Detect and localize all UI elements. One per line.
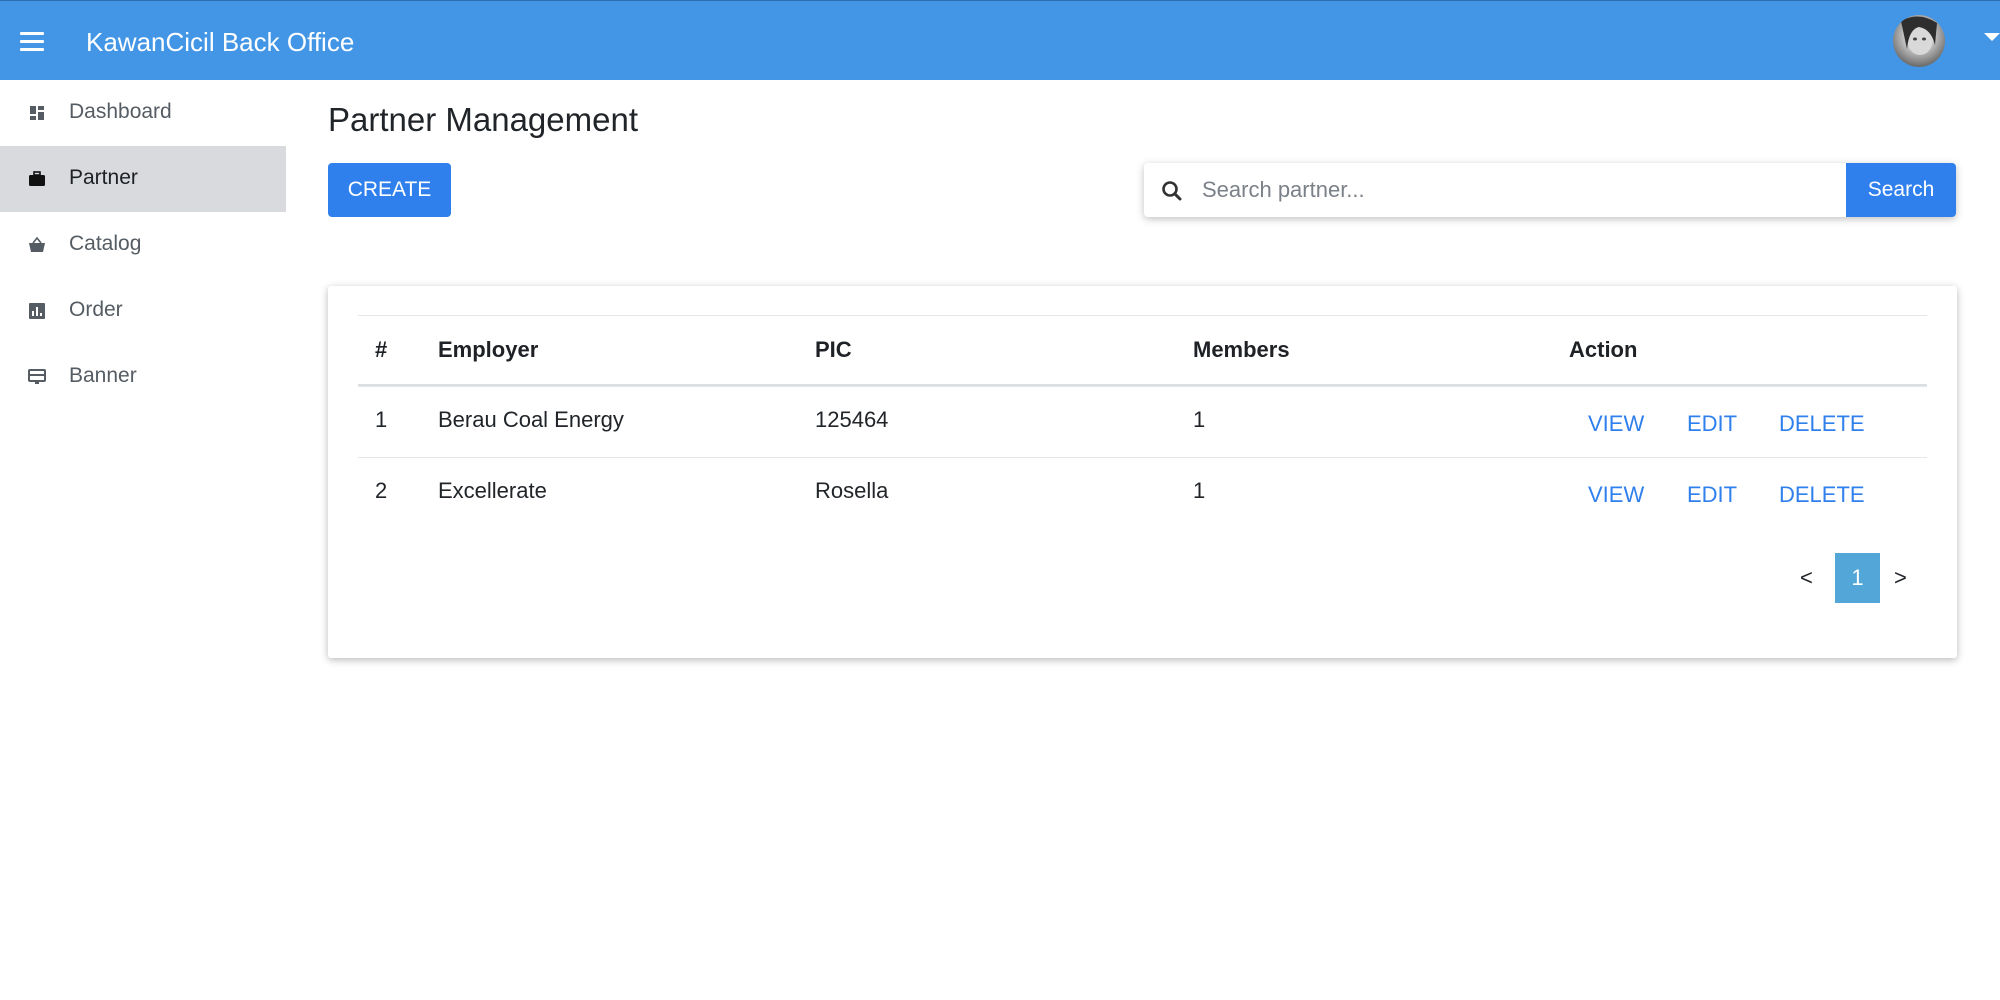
column-header-employer: Employer [438,337,539,362]
menu-icon[interactable] [20,32,44,52]
view-button[interactable]: VIEW [1588,389,1644,459]
delete-button[interactable]: DELETE [1779,389,1865,459]
sidebar-item-partner[interactable]: Partner [0,146,286,212]
top-navbar: KawanCicil Back Office [0,0,2000,80]
row-employer: Excellerate [438,478,547,503]
dashboard-icon [30,106,44,120]
table-header-row: # Employer PIC Members Action [358,315,1927,386]
sidebar-item-label: Banner [69,364,137,387]
sidebar: Dashboard Partner Catalog Order Banner [0,80,286,1000]
sidebar-item-dashboard[interactable]: Dashboard [0,80,286,146]
edit-button[interactable]: EDIT [1687,460,1737,530]
monitor-icon [28,369,46,384]
table-row: 1 Berau Coal Energy 125464 1 VIEW EDIT D… [358,386,1927,457]
partner-table-card: # Employer PIC Members Action 1 Berau Co… [328,286,1957,658]
column-header-action: Action [1569,337,1638,362]
sidebar-item-order[interactable]: Order [0,278,286,344]
pagination-page-button[interactable]: 1 [1835,553,1880,603]
sidebar-item-label: Order [69,298,123,321]
basket-icon [29,236,45,252]
account-dropdown-caret-icon[interactable] [1984,33,2000,41]
row-pic: Rosella [815,478,889,503]
table-row: 2 Excellerate Rosella 1 VIEW EDIT DELETE [358,457,1927,528]
briefcase-icon [29,171,45,186]
pagination-next-button[interactable]: > [1894,565,1907,591]
sidebar-item-catalog[interactable]: Catalog [0,212,286,278]
row-pic: 125464 [815,407,889,432]
search-button[interactable]: Search [1846,163,1956,217]
page-title: Partner Management [328,101,639,138]
sidebar-item-label: Partner [69,166,138,189]
row-number: 2 [375,478,388,503]
row-number: 1 [375,407,388,432]
create-button[interactable]: CREATE [328,163,451,217]
search-icon [1162,181,1182,201]
search-input[interactable] [1202,163,1888,217]
user-avatar[interactable] [1893,15,1945,67]
search-bar: Search [1144,163,1956,217]
sidebar-item-banner[interactable]: Banner [0,344,286,410]
edit-button[interactable]: EDIT [1687,389,1737,459]
column-header-number: # [375,337,388,362]
partner-table: # Employer PIC Members Action 1 Berau Co… [358,315,1927,528]
view-button[interactable]: VIEW [1588,460,1644,530]
column-header-members: Members [1193,337,1290,362]
row-employer: Berau Coal Energy [438,407,624,432]
app-title: KawanCicil Back Office [86,27,355,57]
column-header-pic: PIC [815,337,852,362]
row-members: 1 [1193,407,1206,432]
sidebar-item-label: Dashboard [69,100,172,123]
sidebar-item-label: Catalog [69,232,142,255]
delete-button[interactable]: DELETE [1779,460,1865,530]
row-members: 1 [1193,478,1206,503]
pagination-prev-button[interactable]: < [1800,565,1813,591]
bar-chart-icon [29,303,45,319]
